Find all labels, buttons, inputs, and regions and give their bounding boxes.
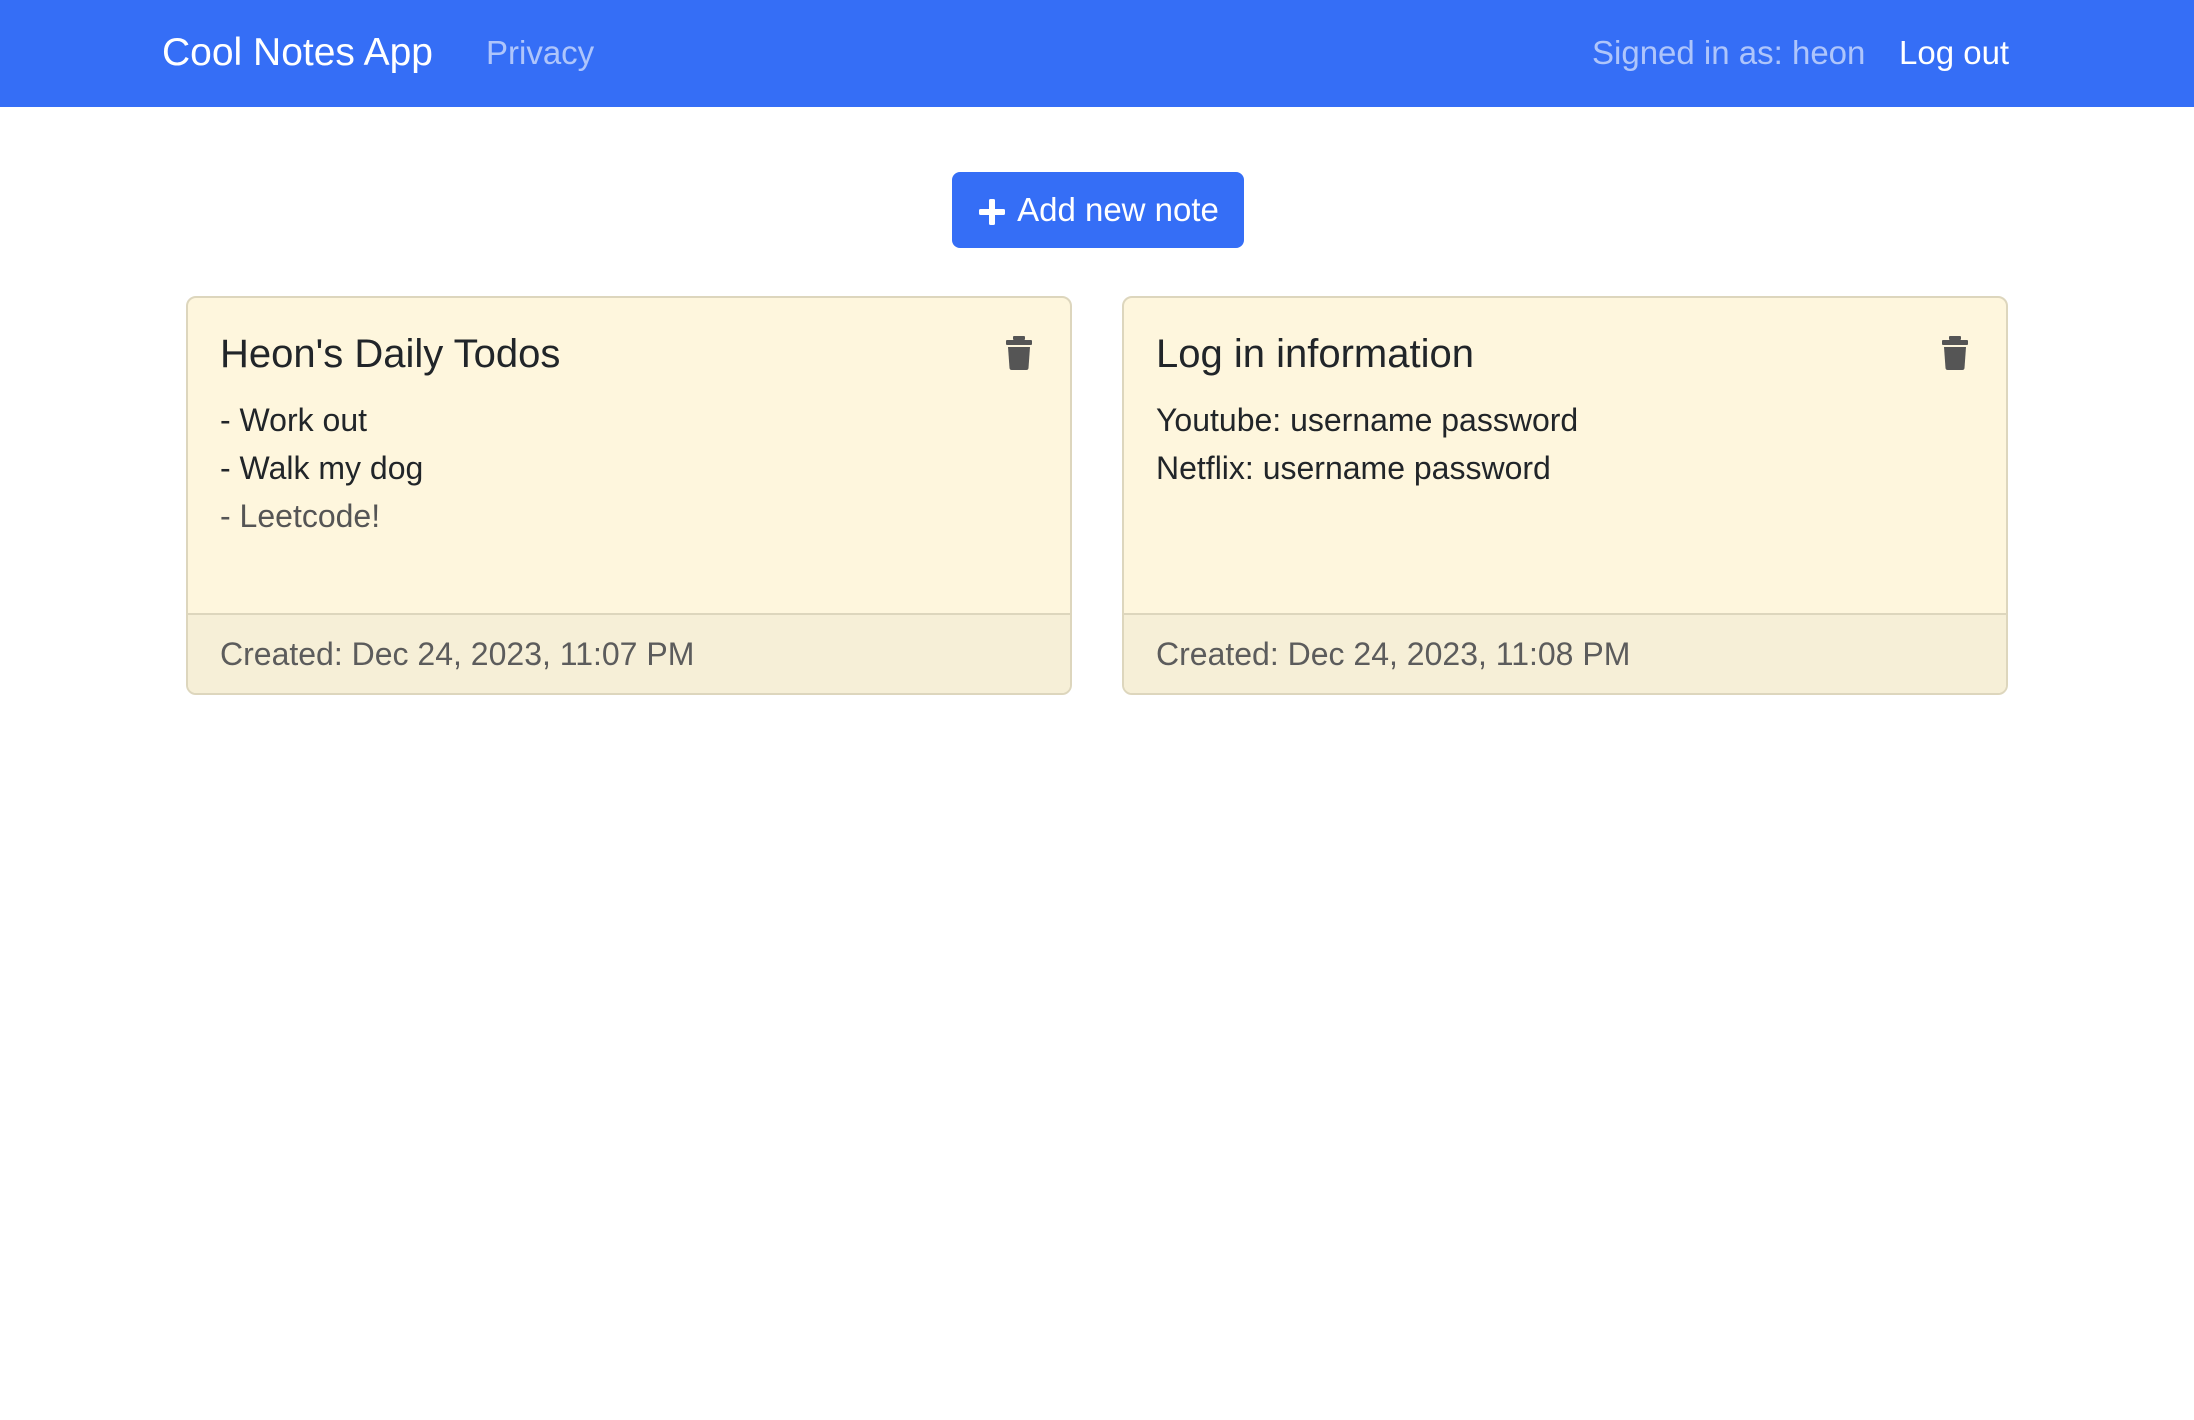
note-body: Youtube: username password Netflix: user… <box>1156 396 1578 492</box>
note-title: Log in information <box>1156 332 1474 376</box>
trash-icon[interactable] <box>1942 336 1968 370</box>
note-line: - Walk my dog <box>220 450 424 486</box>
note-line: Youtube: username password <box>1156 402 1579 438</box>
logout-link[interactable]: Log out <box>1899 32 2009 74</box>
plus-icon <box>977 195 1007 225</box>
created-timestamp: Created: Dec 24, 2023, 11:07 PM <box>220 636 695 672</box>
brand-link[interactable]: Cool Notes App <box>162 28 433 78</box>
nav-privacy-link[interactable]: Privacy <box>486 32 594 74</box>
add-note-button[interactable]: Add new note <box>952 172 1244 248</box>
note-footer: Created: Dec 24, 2023, 11:07 PM <box>188 613 1070 693</box>
signed-in-status: Signed in as: heon <box>1592 34 1866 71</box>
note-line: - Work out <box>220 402 367 438</box>
note-card: Heon's Daily Todos - Work out - Walk my … <box>186 296 1072 695</box>
note-card: Log in information Youtube: username pas… <box>1122 296 2008 695</box>
note-body: - Work out - Walk my dog - Leetcode! <box>220 396 423 540</box>
note-line: Netflix: username password <box>1156 450 1551 486</box>
note-footer: Created: Dec 24, 2023, 11:08 PM <box>1124 613 2006 693</box>
navbar: Cool Notes App Privacy Signed in as: heo… <box>0 0 2194 107</box>
add-note-label: Add new note <box>1017 191 1219 228</box>
created-timestamp: Created: Dec 24, 2023, 11:08 PM <box>1156 636 1631 672</box>
trash-icon[interactable] <box>1006 336 1032 370</box>
note-line: - Leetcode! <box>220 498 381 534</box>
note-title: Heon's Daily Todos <box>220 332 561 376</box>
